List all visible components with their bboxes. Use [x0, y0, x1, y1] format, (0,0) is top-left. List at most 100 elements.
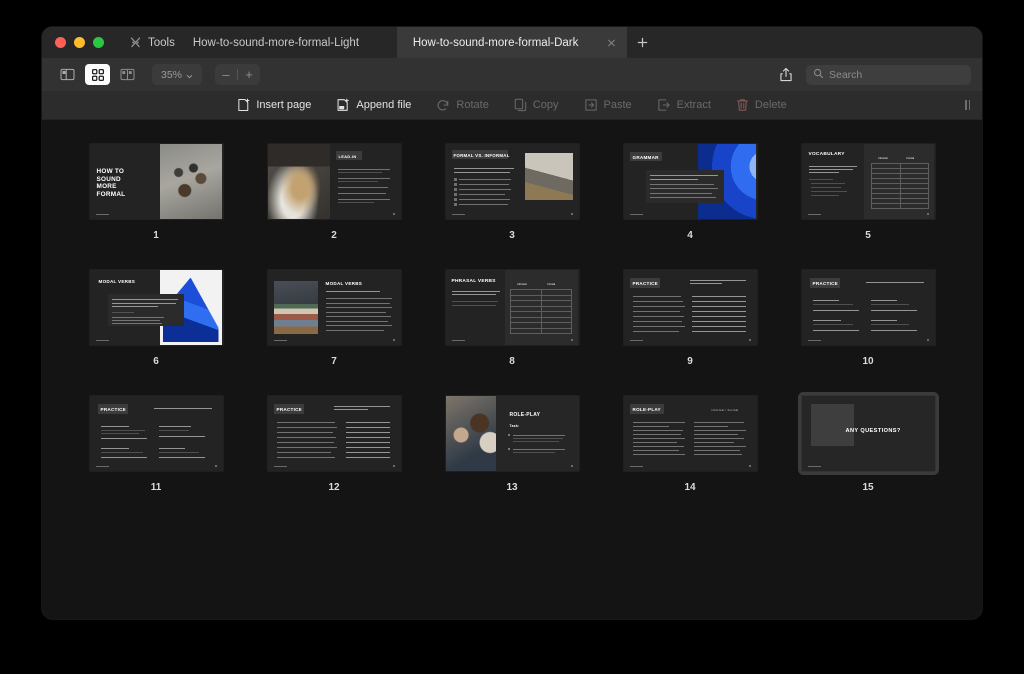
page-cell[interactable]: HOW TO SOUND MORE FORMAL 1 [82, 144, 230, 241]
copy-icon [514, 98, 527, 112]
share-button[interactable] [775, 64, 797, 85]
page-thumbnail-8[interactable]: PHRASAL VERBS Informal Formal [445, 270, 579, 345]
page-thumbnail-15[interactable]: ANY QUESTIONS? [801, 396, 935, 471]
slide-photo [273, 281, 318, 334]
panel-resize-grip[interactable] [965, 100, 970, 110]
page-number: 7 [331, 356, 337, 367]
action-label: Copy [532, 99, 559, 111]
action-label: Paste [603, 99, 632, 111]
slide-title: HOW TO SOUND MORE FORMAL [96, 168, 126, 198]
page-cell[interactable]: PHRASAL VERBS Informal Formal 8 [438, 270, 586, 367]
slide-canvas: ROLE-PLAY Task: [445, 396, 579, 471]
zoom-level-dropdown[interactable]: 35% [152, 64, 203, 85]
slide-page-marker [570, 213, 573, 215]
page-cell[interactable]: VOCABULARY Informal Formal 5 [794, 144, 942, 241]
slide-photo [525, 153, 574, 200]
page-thumbnail-14[interactable]: ROLE-PLAY Informal / Formal [623, 396, 757, 471]
page-cell[interactable]: ANY QUESTIONS? 15 [794, 396, 942, 493]
page-number: 5 [865, 230, 871, 241]
page-cell[interactable]: ROLE-PLAY Informal / Formal 14 [616, 396, 764, 493]
page-cell[interactable]: MODAL VERBS 7 [260, 270, 408, 367]
page-thumbnail-7[interactable]: MODAL VERBS [267, 270, 401, 345]
page-cell[interactable]: ROLE-PLAY Task: 13 [438, 396, 586, 493]
chevron-down-icon [186, 71, 193, 79]
zoom-stepper: – + [215, 64, 261, 85]
search-field[interactable]: Search [806, 64, 971, 85]
titlebar-spacer [658, 27, 982, 58]
slide-footer [629, 339, 643, 341]
zoom-out-button[interactable]: – [215, 64, 237, 85]
page-thumbnail-9[interactable]: PRACTICE [623, 270, 757, 345]
pdf-app-window: Tools How-to-sound-more-formal-Light How… [42, 27, 982, 619]
page-cell[interactable]: MODAL VERBS 6 [82, 270, 230, 367]
slide-title: PRACTICE [812, 281, 838, 286]
maximize-window-button[interactable] [93, 37, 104, 48]
page-number: 13 [506, 482, 518, 493]
append-file-button[interactable]: Append file [333, 96, 414, 114]
slide-title: ANY QUESTIONS? [845, 428, 901, 434]
minimize-window-button[interactable] [74, 37, 85, 48]
page-cell[interactable]: GRAMMAR 4 [616, 144, 764, 241]
page-cell[interactable]: PRACTICE [616, 270, 764, 367]
grid-view-button[interactable] [85, 64, 110, 85]
action-label: Extract [676, 99, 711, 111]
main-toolbar: 35% – + Search [42, 58, 982, 91]
page-thumbnail-5[interactable]: VOCABULARY Informal Formal [801, 144, 935, 219]
action-label: Delete [754, 99, 787, 111]
page-action-bar: Insert page Append file Rotate Copy Past… [42, 91, 982, 120]
slide-subtitle: Task: [509, 424, 520, 428]
page-thumbnail-6[interactable]: MODAL VERBS [89, 270, 223, 345]
append-file-icon [336, 98, 350, 112]
split-view-button[interactable] [115, 64, 140, 85]
page-cell[interactable]: PRACTICE [260, 396, 408, 493]
page-thumbnail-3[interactable]: FORMAL VS. INFORMAL [445, 144, 579, 219]
close-tab-icon[interactable] [605, 36, 618, 49]
slide-page-marker [214, 465, 217, 467]
new-tab-button[interactable] [626, 27, 659, 58]
slide-canvas: GRAMMAR [623, 144, 757, 219]
slide-title: VOCABULARY [808, 152, 845, 157]
table-header-formal: Formal [906, 157, 915, 160]
slide-title: PRACTICE [632, 281, 658, 286]
slide-canvas: MODAL VERBS [89, 270, 223, 345]
zoom-level-value: 35% [161, 68, 183, 81]
page-thumbnail-10[interactable]: PRACTICE [801, 270, 935, 345]
slide-footer [451, 339, 465, 341]
slide-page-marker [570, 465, 573, 467]
page-thumbnail-11[interactable]: PRACTICE [89, 396, 223, 471]
slide-title: MODAL VERBS [98, 279, 136, 284]
page-number: 14 [684, 482, 696, 493]
tools-menu-button[interactable]: Tools [115, 27, 179, 58]
extract-icon [657, 98, 671, 112]
insert-page-button[interactable]: Insert page [234, 96, 314, 114]
slide-canvas: PRACTICE [623, 270, 757, 345]
page-cell[interactable]: PRACTICE [82, 396, 230, 493]
close-window-button[interactable] [55, 37, 66, 48]
rotate-button: Rotate [433, 97, 491, 114]
delete-button: Delete [733, 96, 790, 114]
trash-icon [736, 98, 749, 112]
page-thumbnail-4[interactable]: GRAMMAR [623, 144, 757, 219]
page-thumbnail-13[interactable]: ROLE-PLAY Task: [445, 396, 579, 471]
zoom-in-button[interactable]: + [238, 64, 260, 85]
slide-canvas: HOW TO SOUND MORE FORMAL [89, 144, 223, 219]
document-tab-dark[interactable]: How-to-sound-more-formal-Dark [396, 27, 627, 58]
action-label: Rotate [456, 99, 489, 111]
vocabulary-table: Informal Formal [870, 157, 929, 210]
page-thumbnail-12[interactable]: PRACTICE [267, 396, 401, 471]
page-cell[interactable]: LEAD-IN 2 [260, 144, 408, 241]
slide-title: GRAMMAR [632, 154, 659, 160]
page-thumbnail-area: HOW TO SOUND MORE FORMAL 1 LEAD-IN 2 FOR… [42, 120, 982, 619]
tools-label: Tools [148, 36, 175, 49]
page-cell[interactable]: FORMAL VS. INFORMAL 3 [438, 144, 586, 241]
sidebar-view-button[interactable] [55, 64, 80, 85]
slide-footer [807, 465, 821, 467]
document-tab-light[interactable]: How-to-sound-more-formal-Light [178, 27, 397, 58]
table-header-informal: Informal [878, 157, 888, 160]
page-thumbnail-1[interactable]: HOW TO SOUND MORE FORMAL [89, 144, 223, 219]
tab-title: How-to-sound-more-formal-Dark [412, 36, 579, 49]
slide-title: PRACTICE [276, 407, 302, 412]
page-cell[interactable]: PRACTICE [794, 270, 942, 367]
copy-button: Copy [511, 96, 562, 114]
page-thumbnail-2[interactable]: LEAD-IN [267, 144, 401, 219]
